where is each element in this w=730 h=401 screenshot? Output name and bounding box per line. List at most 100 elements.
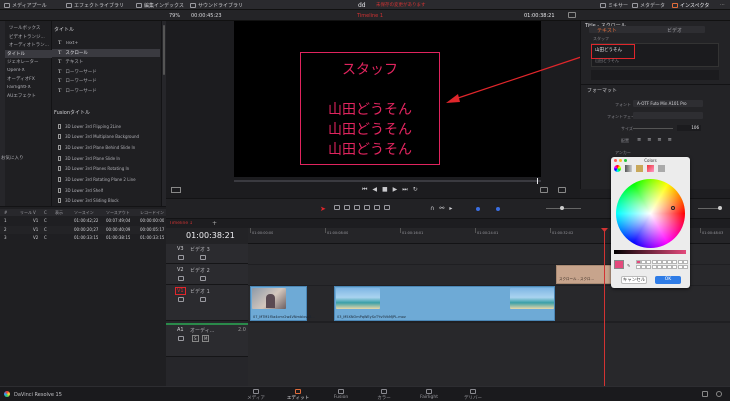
text-fields-row[interactable] <box>591 70 719 80</box>
current-color-well[interactable] <box>614 260 624 269</box>
font-dropdown[interactable]: A-OTF Futo Min A101 Pro <box>633 100 703 107</box>
title-item[interactable]: T ローワーサード <box>52 77 160 85</box>
zoom-level[interactable]: 79% <box>169 13 180 19</box>
table-row[interactable]: 2 V1 C 00:00:20;27 00:00:40;09 00:00:05:17 <box>0 225 166 234</box>
title-item[interactable]: T スクロール <box>52 48 160 57</box>
timeline-name-dropdown[interactable]: Timeline 1 <box>357 13 383 19</box>
brightness-slider[interactable] <box>614 250 686 254</box>
table-row[interactable]: 1 V1 C 01:00:42;22 00:07:49;04 00:00:00:00 <box>0 217 166 225</box>
eyedropper-icon[interactable]: ✎ <box>627 263 630 268</box>
title-item[interactable]: T ローワーサード <box>52 87 160 95</box>
home-icon[interactable] <box>702 391 708 397</box>
overwrite-icon <box>364 205 370 210</box>
category-item[interactable]: タイトル <box>5 49 52 58</box>
title-item[interactable]: T テキスト <box>52 58 160 66</box>
monitor-icon[interactable] <box>200 276 206 281</box>
lock-icon[interactable] <box>178 255 184 260</box>
page-tab-3[interactable]: カラー <box>364 389 404 401</box>
edit-index-button[interactable]: 編集インデックス <box>136 2 184 9</box>
marker-icon[interactable] <box>496 207 500 211</box>
match-frame-icon[interactable] <box>540 187 548 193</box>
viewer-options-icon[interactable] <box>568 12 576 18</box>
add-timeline-icon[interactable]: + <box>212 220 217 227</box>
text-input-area[interactable]: 山田どうそん 山田どうそん <box>591 43 719 67</box>
fusion-title-item[interactable]: 3D Lower 3rd Flipping 2Line <box>52 122 160 130</box>
tab-text[interactable]: テキスト <box>597 27 617 34</box>
track-header-v1[interactable]: V1 ビデオ 1 <box>166 285 248 321</box>
sound-icon <box>190 3 196 8</box>
size-slider[interactable] <box>633 128 673 129</box>
monitor-icon[interactable] <box>200 255 206 260</box>
category-item[interactable]: FairlightFX <box>5 84 52 92</box>
picker-modes[interactable] <box>614 165 665 172</box>
color-swatch[interactable] <box>682 265 688 269</box>
category-item[interactable]: ビデオトランジ... <box>5 33 52 41</box>
category-item[interactable]: ジェネレーター <box>5 58 52 66</box>
video-clip-2[interactable]: 03_M5XNOmPqWEySvTYv9VkMJPL.mov <box>334 286 555 321</box>
category-item[interactable]: ツールボックス <box>5 24 52 32</box>
viewer-mode-icon[interactable] <box>171 187 181 193</box>
settings-icon[interactable] <box>716 391 722 397</box>
alignment-buttons[interactable]: ≡≡≡≡ <box>637 137 678 143</box>
page-navigation-bar: DaVinci Resolve 15 メディア エディット Fusion カラー Fai… <box>0 386 730 401</box>
timeline-tab[interactable]: Timeline 1 <box>169 221 192 226</box>
media-pool-button[interactable]: メディアプール <box>4 2 47 9</box>
metadata-button[interactable]: メタデータ <box>632 2 665 9</box>
lock-icon[interactable] <box>178 336 184 341</box>
page-tab-2[interactable]: Fusion <box>321 389 361 400</box>
more-options-icon[interactable]: ··· <box>720 2 725 8</box>
category-item[interactable]: オーディオトラン... <box>5 41 52 49</box>
viewer-playhead[interactable] <box>537 178 538 184</box>
inspector-button[interactable]: インスペクタ <box>672 2 709 9</box>
monitor-icon[interactable] <box>200 297 206 302</box>
timeline-playhead[interactable] <box>604 230 605 386</box>
category-item[interactable]: OpenFX <box>5 67 52 75</box>
track-header-v2[interactable]: V2 ビデオ 2 <box>166 264 248 285</box>
transport-controls[interactable]: ⏮◀■▶⏭↻ <box>362 186 423 194</box>
effects-library-button[interactable]: エフェクトライブラリ <box>66 2 124 9</box>
lock-icon[interactable] <box>178 297 184 302</box>
page-tab-5[interactable]: デリバー <box>453 389 493 401</box>
fusion-title-item[interactable]: 3D Lower 3rd Sliding Block <box>52 197 160 205</box>
viewer-scrub-bar[interactable] <box>234 178 541 184</box>
video-clip-1[interactable]: 07_MTM1f5a4cmr2w4VNmblxsa3... <box>250 286 315 321</box>
fusion-title-item[interactable]: 3D Lower 3rd Rotating Plane 2 Line <box>52 176 160 184</box>
volume-slider[interactable] <box>698 206 722 210</box>
title-item[interactable]: T ローワーサード <box>52 68 160 76</box>
mute-button[interactable]: M <box>202 335 210 342</box>
sound-library-button[interactable]: サウンドライブラリ <box>190 2 243 9</box>
category-item[interactable]: オーディオFX <box>5 75 52 83</box>
zoom-slider[interactable] <box>546 206 581 210</box>
snap-link-icons[interactable]: ∩⚯▸ <box>430 205 457 212</box>
title-item[interactable]: T Text+ <box>52 39 160 47</box>
lock-icon[interactable] <box>178 276 184 281</box>
fusion-title-item[interactable]: 3D Lower 3rd Planes Rotating In <box>52 165 160 173</box>
page-tab-0[interactable]: メディア <box>236 389 276 401</box>
fusion-title-item[interactable]: 3D Lower 3rd Multiplane Background <box>52 133 160 141</box>
track-header-v3[interactable]: V3 ビデオ 3 <box>166 244 248 264</box>
color-swatch[interactable] <box>682 260 688 264</box>
tab-video[interactable]: ビデオ <box>667 27 682 34</box>
track-header-a1[interactable]: A1 オーディ... 2.0 S M <box>166 323 248 357</box>
size-value[interactable]: 106 <box>677 125 701 131</box>
ok-button[interactable]: OK <box>655 276 681 284</box>
cancel-button[interactable]: キャンセル <box>621 276 647 284</box>
selection-tool-icon[interactable]: ➤ <box>320 205 326 213</box>
title-bounding-box[interactable]: スタッフ 山田どうそん 山田どうそん 山田どうそん <box>300 52 440 165</box>
favorites-label[interactable]: お気に入り <box>1 155 24 161</box>
solo-button[interactable]: S <box>192 335 199 342</box>
alignment-label: 配置 <box>621 138 629 143</box>
page-tab-1[interactable]: エディット <box>278 389 318 401</box>
page-tab-4[interactable]: Fairlight <box>409 389 449 400</box>
table-row[interactable]: 3 V2 C 01:00:33:15 01:00:38:15 01:00:33:15 <box>0 234 166 242</box>
fusion-title-item[interactable]: 3D Lower 3rd Plane Slide In <box>52 154 160 162</box>
fusion-title-item[interactable]: 3D Lower 3rd Shelf <box>52 186 160 194</box>
color-wheel[interactable] <box>616 179 685 248</box>
mixer-button[interactable]: ミキサー <box>600 2 628 9</box>
font-face-dropdown[interactable] <box>633 112 703 119</box>
category-item[interactable]: AUエフェクト <box>5 92 52 100</box>
edit-tools[interactable] <box>334 205 414 212</box>
fullscreen-icon[interactable] <box>558 187 566 193</box>
fusion-title-item[interactable]: 3D Lower 3rd Plane Behind Slide In <box>52 143 160 151</box>
flag-icon[interactable] <box>476 207 480 211</box>
